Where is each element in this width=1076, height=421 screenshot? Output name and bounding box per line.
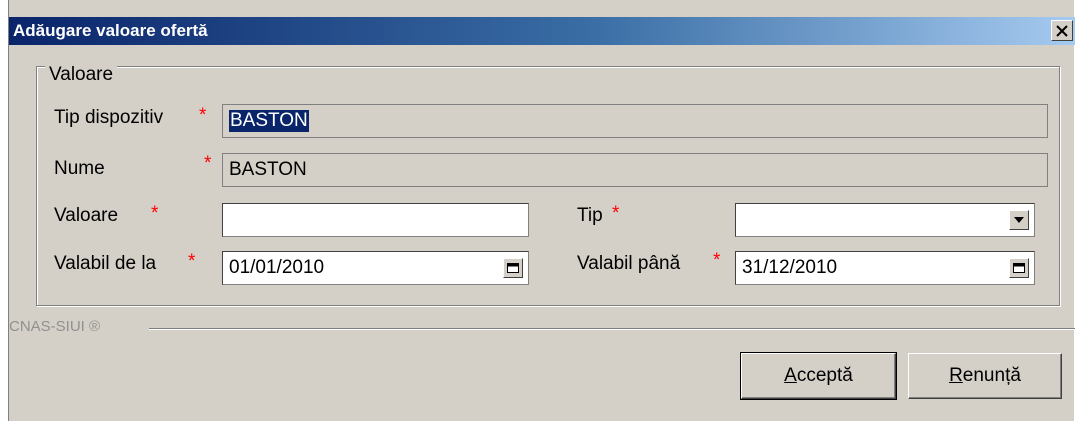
valabil-de-la-calendar-button[interactable] (503, 258, 523, 278)
required-marker: * (188, 251, 196, 272)
valoare-input[interactable] (222, 203, 529, 237)
cancel-button[interactable]: Renunță (908, 353, 1062, 399)
accept-label: cceptă (796, 365, 853, 386)
close-icon (1056, 24, 1068, 37)
dialog-title: Adăugare valoare ofertă (13, 21, 208, 40)
close-button[interactable] (1051, 20, 1073, 41)
required-marker: * (612, 203, 620, 224)
dialog-window: Adăugare valoare ofertă Valoare Tip disp… (8, 0, 1075, 421)
tip-dispozitiv-label: Tip dispozitiv (54, 107, 164, 128)
footer-divider (149, 328, 1075, 330)
valabil-pana-calendar-button[interactable] (1009, 258, 1029, 278)
accept-button[interactable]: Acceptă (740, 352, 897, 400)
calendar-icon (507, 263, 519, 273)
nume-field[interactable]: BASTON (222, 153, 1048, 187)
valabil-de-la-label: Valabil de la (54, 253, 157, 274)
valabil-de-la-date[interactable]: 01/01/2010 (222, 251, 529, 285)
required-marker: * (151, 203, 159, 224)
accept-mnemonic: A (784, 365, 797, 386)
nume-value: BASTON (229, 159, 307, 180)
title-bar[interactable]: Adăugare valoare ofertă (9, 17, 1075, 45)
nume-label: Nume (54, 158, 105, 179)
tip-select[interactable] (735, 203, 1035, 237)
required-marker: * (199, 105, 207, 126)
cancel-mnemonic: R (949, 365, 963, 386)
tip-label: Tip (577, 205, 603, 226)
tip-dispozitiv-value: BASTON (229, 110, 309, 132)
valabil-pana-value: 31/12/2010 (742, 257, 838, 278)
tip-dropdown-button[interactable] (1009, 210, 1029, 230)
group-legend: Valoare (45, 65, 118, 85)
valoare-label: Valoare (54, 205, 119, 226)
valabil-de-la-value: 01/01/2010 (229, 257, 325, 278)
calendar-icon (1013, 263, 1025, 273)
tip-dispozitiv-field[interactable]: BASTON (222, 104, 1048, 138)
valabil-pana-date[interactable]: 31/12/2010 (735, 251, 1035, 285)
required-marker: * (713, 250, 721, 271)
required-marker: * (204, 153, 212, 174)
chevron-down-icon (1014, 217, 1024, 223)
cancel-label: enunță (962, 365, 1021, 386)
footer-brand: CNAS-SIUI ® (9, 318, 101, 335)
valabil-pana-label: Valabil până (577, 253, 681, 274)
